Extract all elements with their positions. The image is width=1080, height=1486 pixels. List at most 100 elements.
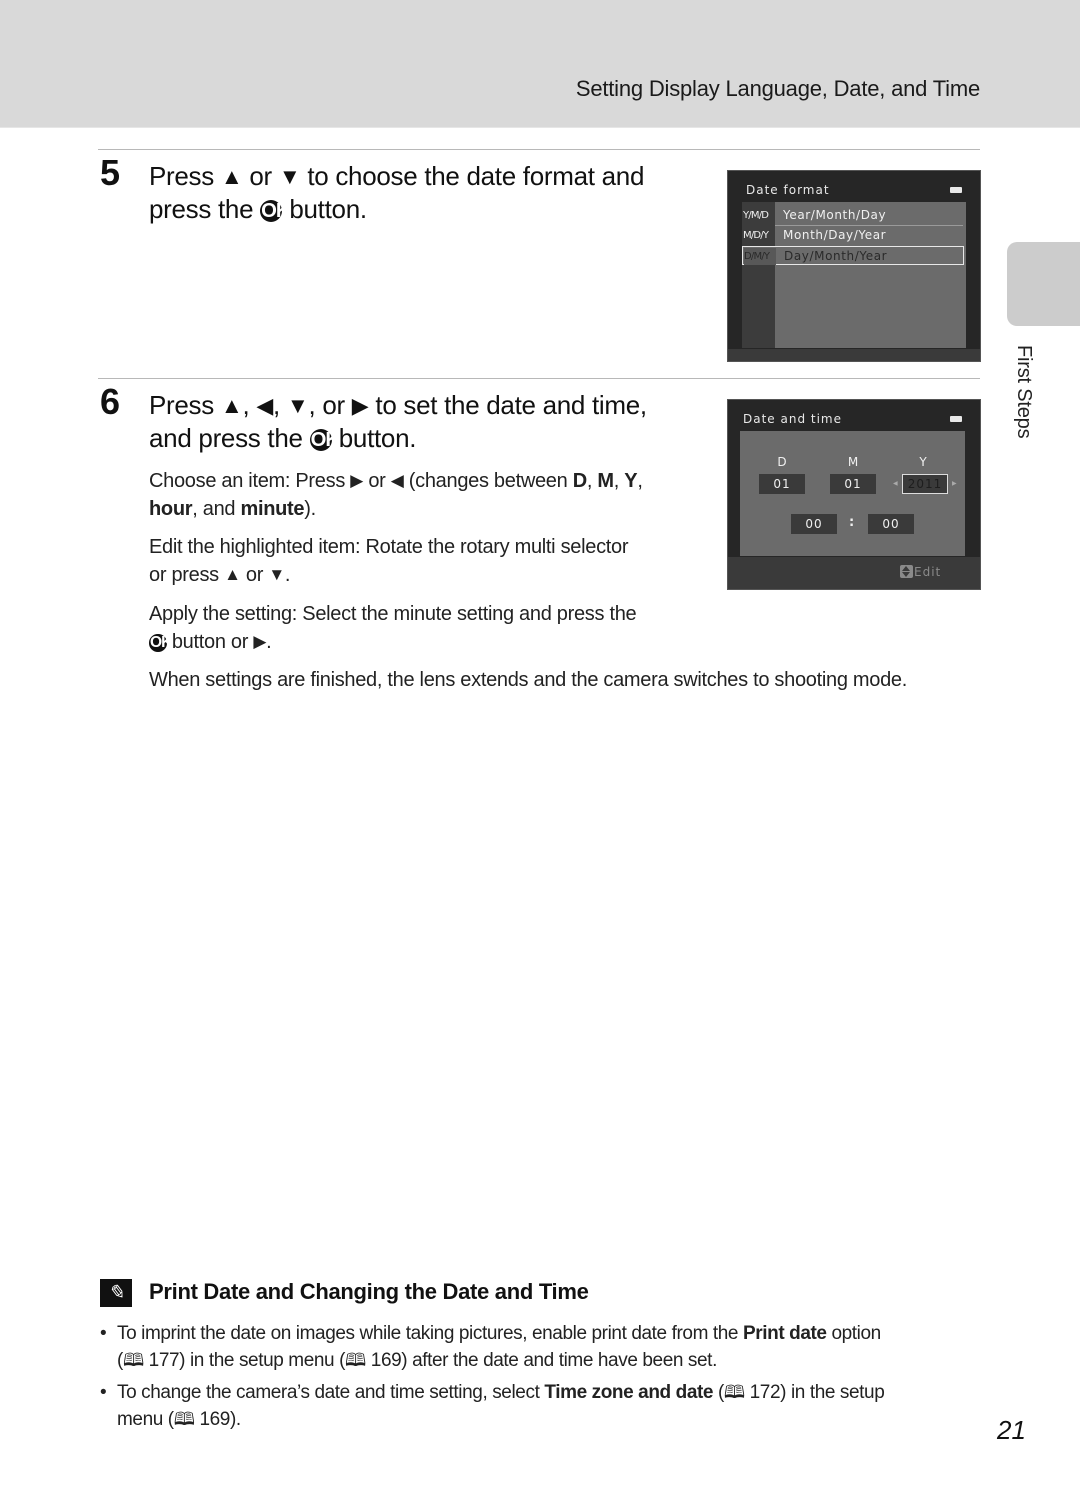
text: , (242, 390, 257, 420)
down-arrow-icon: ▼ (278, 164, 301, 189)
text: 169) after the date and time have been s… (365, 1350, 718, 1371)
battery-icon (950, 416, 962, 422)
month-label: M (847, 455, 859, 469)
divider (98, 149, 980, 150)
day-label: D (777, 455, 787, 469)
text: , (637, 470, 643, 492)
book-reference-icon: 🕮 (173, 1409, 195, 1429)
text: Press (149, 390, 221, 420)
note-icon: ✎ (100, 1279, 132, 1307)
right-arrow-icon: ▶ (952, 480, 957, 487)
text: or press (149, 564, 225, 586)
bullet-text: To change the camera’s date and time set… (117, 1379, 980, 1433)
step6-heading: Press ▲, ◀, ▼, or ▶ to set the date and … (149, 389, 647, 455)
text: , (613, 470, 625, 492)
step-number: 6 (100, 381, 121, 422)
chapter-tab (1007, 242, 1080, 326)
text: Time zone and date (544, 1382, 714, 1403)
section-title: Setting Display Language, Date, and Time (575, 76, 980, 101)
text: Edit the highlighted item: Rotate the ro… (149, 536, 629, 558)
text: Choose an item: Press (149, 470, 351, 492)
text: or (240, 564, 269, 586)
book-reference-icon: 🕮 (345, 1350, 366, 1370)
down-arrow-icon: ▼ (268, 565, 285, 584)
text: Print date (742, 1323, 827, 1344)
list-item: • To change the camera’s date and time s… (100, 1379, 980, 1433)
text: 172) in the setup (744, 1382, 885, 1403)
screen-title: Date and time (743, 412, 842, 426)
finish-text: When settings are finished, the lens ext… (149, 669, 907, 691)
header-band: Setting Display Language, Date, and Time (0, 0, 1080, 128)
note-title: Print Date and Changing the Date and Tim… (149, 1279, 589, 1304)
text: hour (149, 498, 193, 520)
text: to choose the date format and (300, 161, 645, 191)
text: 169). (194, 1409, 241, 1430)
month-field[interactable]: 01 (830, 474, 876, 494)
bullet-icon: • (100, 1382, 107, 1403)
text: To imprint the date on images while taki… (117, 1323, 743, 1344)
text: . (284, 564, 291, 586)
choose-item-text: Choose an item: Press ▶ or ◀ (changes be… (149, 467, 709, 523)
bullet-text: To imprint the date on images while taki… (117, 1320, 980, 1374)
format-option-selected[interactable]: D/M/Y Day/Month/Year (742, 246, 964, 265)
down-arrow-icon: ▼ (286, 393, 309, 418)
apply-setting-text: Apply the setting: Select the minute set… (149, 600, 709, 656)
ok-button-icon: OK (309, 429, 340, 452)
text: Press (149, 161, 221, 191)
left-arrow-icon: ◀ (256, 393, 274, 418)
date-time-panel: D M Y 01 01 ◀ 2011 ▶ 00 : 00 (740, 431, 965, 556)
text: or (363, 470, 391, 492)
text: menu ( (117, 1409, 174, 1430)
ok-button-icon: OK (260, 200, 291, 223)
edit-item-text: Edit the highlighted item: Rotate the ro… (149, 533, 709, 589)
text: option (826, 1323, 881, 1344)
text: M (597, 470, 614, 492)
right-arrow-icon: ▶ (350, 471, 364, 490)
text: , (273, 390, 287, 420)
format-code: D/M/Y (744, 248, 776, 265)
text: . (266, 631, 272, 653)
book-reference-icon: 🕮 (723, 1382, 745, 1402)
day-field[interactable]: 01 (759, 474, 805, 494)
text: button. (331, 423, 417, 453)
format-code: M/D/Y (743, 227, 775, 244)
text: or (242, 161, 279, 191)
date-time-screen: Date and time D M Y 01 01 ◀ 2011 ▶ 00 : … (727, 399, 981, 590)
text: ). (304, 498, 316, 520)
text: D (572, 470, 587, 492)
divider (98, 378, 980, 379)
format-label: Month/Day/Year (783, 228, 887, 242)
text: , or (308, 390, 352, 420)
year-field[interactable]: 2011 (902, 474, 948, 494)
up-arrow-icon: ▲ (224, 565, 241, 584)
up-arrow-icon: ▲ (220, 393, 243, 418)
text: and press the (149, 423, 310, 453)
text: Apply the setting: Select the minute set… (149, 603, 637, 625)
text: press the (149, 194, 261, 224)
battery-icon (950, 187, 962, 193)
screen-title: Date format (746, 183, 830, 197)
format-option[interactable]: M/D/Y Month/Day/Year (742, 226, 964, 245)
up-arrow-icon: ▲ (220, 164, 243, 189)
chapter-label: First Steps (1013, 345, 1035, 439)
format-label: Year/Month/Day (783, 208, 887, 222)
format-option[interactable]: Y/M/D Year/Month/Day (742, 206, 964, 225)
text: To change the camera’s date and time set… (117, 1382, 545, 1403)
minute-field[interactable]: 00 (868, 514, 914, 534)
year-label: Y (919, 455, 927, 469)
text: ( (713, 1382, 724, 1403)
screen-footer (728, 349, 980, 361)
text: button or (166, 631, 254, 653)
left-arrow-icon: ◀ (390, 471, 404, 490)
step-number: 5 (100, 152, 121, 193)
date-format-screen: Date format Y/M/D Year/Month/Day M/D/Y M… (727, 170, 981, 362)
format-code: Y/M/D (743, 207, 775, 224)
text: , (586, 470, 598, 492)
left-arrow-icon: ◀ (893, 480, 898, 487)
page-number: 21 (997, 1415, 1026, 1445)
text: minute (240, 498, 305, 520)
ok-button-icon: OK (149, 634, 172, 652)
right-arrow-icon: ▶ (351, 393, 369, 418)
text: 177) in the setup menu ( (143, 1350, 346, 1371)
hour-field[interactable]: 00 (791, 514, 837, 534)
